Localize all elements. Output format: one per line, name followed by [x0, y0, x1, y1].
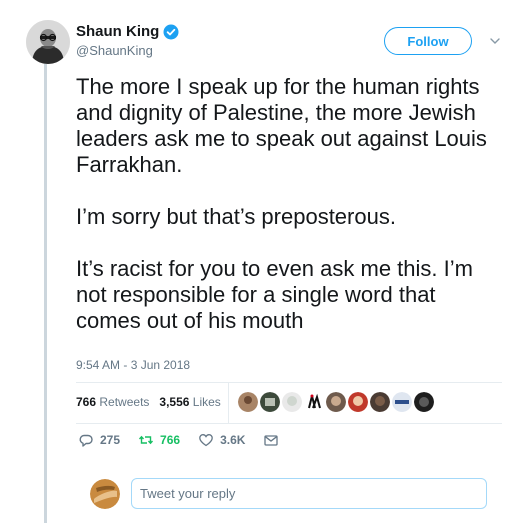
stats-separator [228, 383, 229, 423]
envelope-icon [264, 435, 279, 446]
liker-avatar[interactable] [414, 392, 434, 412]
follow-button[interactable]: Follow [384, 27, 472, 55]
divider [76, 382, 502, 383]
retweets-label: Retweets [99, 395, 150, 409]
reply-action[interactable]: 275 [78, 432, 120, 448]
reply-input-box[interactable] [131, 478, 487, 509]
likes-count: 3,556 [159, 395, 190, 409]
thread-line [44, 62, 47, 523]
likes-label: Likes [192, 395, 221, 409]
retweet-icon [139, 435, 154, 445]
retweet-action[interactable]: 766 [138, 432, 180, 448]
retweets-count: 766 [76, 395, 97, 409]
divider [76, 423, 502, 424]
likes-stat[interactable]: 3,556 Likes [159, 395, 220, 409]
tweet-stats: 766 Retweets 3,556 Likes [76, 395, 221, 409]
liker-avatar[interactable] [304, 392, 324, 412]
tweet-paragraph: The more I speak up for the human rights… [76, 74, 487, 177]
reply-icon [79, 434, 93, 447]
liker-avatar[interactable] [348, 392, 368, 412]
liker-avatar[interactable] [282, 392, 302, 412]
verified-badge-icon [163, 24, 179, 40]
liker-avatar[interactable] [392, 392, 412, 412]
tweet-actions: 275 766 3.6K [78, 432, 297, 448]
liker-avatar[interactable] [260, 392, 280, 412]
tweet-paragraph: I’m sorry but that’s preposterous. [76, 204, 396, 229]
direct-message-action[interactable] [263, 432, 279, 448]
tweet-paragraph: It’s racist for you to even ask me this.… [76, 256, 473, 333]
author-name[interactable]: Shaun King [76, 23, 159, 40]
tweet-timestamp[interactable]: 9:54 AM - 3 Jun 2018 [76, 358, 190, 372]
liker-avatar[interactable] [326, 392, 346, 412]
liker-avatar[interactable] [370, 392, 390, 412]
tweet-text: The more I speak up for the human rights… [76, 74, 506, 334]
current-user-avatar[interactable] [90, 479, 120, 509]
like-action[interactable]: 3.6K [198, 432, 245, 448]
heart-icon [199, 434, 213, 447]
liker-avatars [238, 392, 434, 412]
author-name-row[interactable]: Shaun King [76, 23, 179, 40]
like-count: 3.6K [220, 433, 246, 447]
retweets-stat[interactable]: 766 Retweets [76, 395, 149, 409]
retweet-count: 766 [160, 433, 181, 447]
reply-input[interactable] [140, 486, 478, 501]
chevron-down-icon[interactable] [489, 34, 501, 46]
author-handle[interactable]: @ShaunKing [76, 43, 153, 58]
liker-avatar[interactable] [238, 392, 258, 412]
reply-count: 275 [100, 433, 121, 447]
author-avatar[interactable] [26, 20, 70, 64]
